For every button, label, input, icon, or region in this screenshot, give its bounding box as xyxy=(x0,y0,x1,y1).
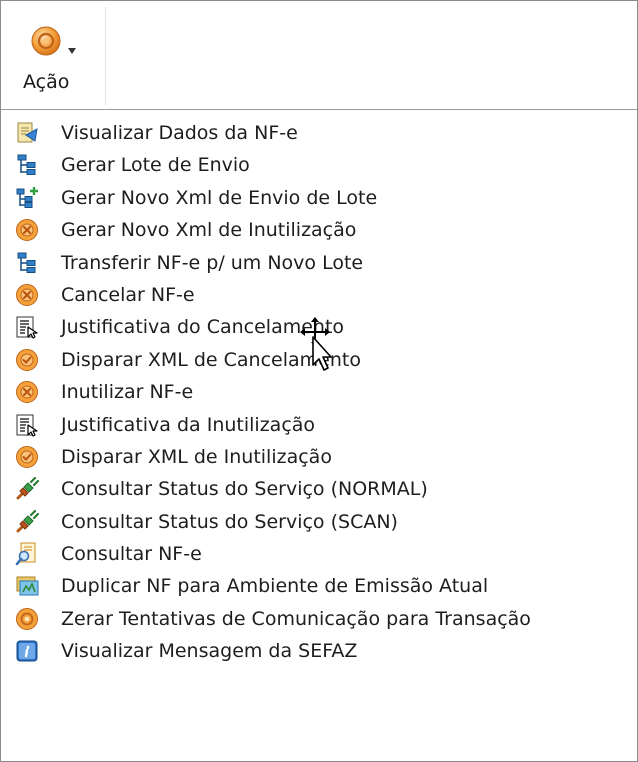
menu-item[interactable]: Cancelar NF-e xyxy=(1,279,637,311)
menu-item[interactable]: Consultar Status do Serviço (SCAN) xyxy=(1,506,637,538)
tree-icon xyxy=(15,153,39,177)
search-document-icon xyxy=(15,542,39,566)
menu-item-label: Consultar NF-e xyxy=(61,543,202,566)
info-icon xyxy=(15,639,39,663)
orange-check-icon xyxy=(15,348,39,372)
menu-item[interactable]: Visualizar Dados da NF-e xyxy=(1,117,637,149)
menu-item-label: Gerar Lote de Envio xyxy=(61,154,250,177)
menu-item-label: Transferir NF-e p/ um Novo Lote xyxy=(61,251,364,274)
view-document-icon xyxy=(15,121,39,145)
toolbar: Ação xyxy=(1,1,637,105)
menu-item-label: Duplicar NF para Ambiente de Emissão Atu… xyxy=(61,575,489,598)
orange-cancel-icon xyxy=(15,218,39,242)
plug-icon xyxy=(15,477,39,501)
action-label: Ação xyxy=(23,71,70,93)
duplicate-icon xyxy=(15,574,39,598)
menu-item-label: Justificativa da Inutilização xyxy=(61,413,316,436)
menu-item-label: Gerar Novo Xml de Envio de Lote xyxy=(61,186,378,209)
menu-item-label: Consultar Status do Serviço (NORMAL) xyxy=(61,478,428,501)
menu-item[interactable]: Justificativa da Inutilização xyxy=(1,409,637,441)
orange-cancel-icon xyxy=(15,380,39,404)
action-menu-list: Visualizar Dados da NF-e Gerar Lote de En… xyxy=(1,117,637,668)
justification-icon xyxy=(15,315,39,339)
menu-item[interactable]: Gerar Novo Xml de Envio de Lote xyxy=(1,182,637,214)
menu-item[interactable]: Disparar XML de Inutilização xyxy=(1,441,637,473)
menu-item[interactable]: Gerar Novo Xml de Inutilização xyxy=(1,214,637,246)
menu-item[interactable]: Transferir NF-e p/ um Novo Lote xyxy=(1,247,637,279)
menu-item-label: Visualizar Mensagem da SEFAZ xyxy=(61,640,358,663)
plug-icon xyxy=(15,509,39,534)
action-menu-window: Ação Visualizar Dados da NF-e Gerar Lote … xyxy=(0,0,638,762)
move-cursor-icon xyxy=(297,317,337,373)
tree-icon xyxy=(15,251,39,275)
orange-circle-icon xyxy=(30,25,62,57)
orange-circle-icon xyxy=(15,607,39,631)
menu-item-label: Inutilizar NF-e xyxy=(61,381,194,404)
menu-item[interactable]: Inutilizar NF-e xyxy=(1,376,637,408)
menu-item-label: Disparar XML de Inutilização xyxy=(61,445,332,468)
menu-item[interactable]: Gerar Lote de Envio xyxy=(1,149,637,181)
menu-item[interactable]: Visualizar Mensagem da SEFAZ xyxy=(1,635,637,667)
menu-item[interactable]: Consultar Status do Serviço (NORMAL) xyxy=(1,473,637,505)
justification-icon xyxy=(15,413,39,437)
menu-item-label: Zerar Tentativas de Comunicação para Tra… xyxy=(61,607,531,630)
orange-cancel-icon xyxy=(15,283,39,307)
divider xyxy=(1,109,637,110)
chevron-down-icon xyxy=(68,39,76,54)
menu-item[interactable]: Duplicar NF para Ambiente de Emissão Atu… xyxy=(1,570,637,602)
menu-item[interactable]: Zerar Tentativas de Comunicação para Tra… xyxy=(1,603,637,635)
orange-check-icon xyxy=(15,445,39,469)
menu-item[interactable]: Consultar NF-e xyxy=(1,538,637,570)
menu-item-label: Cancelar NF-e xyxy=(61,283,195,306)
tree-add-icon xyxy=(15,186,39,210)
menu-item-label: Consultar Status do Serviço (SCAN) xyxy=(61,510,398,533)
action-dropdown-button[interactable]: Ação xyxy=(8,7,106,105)
menu-item-label: Visualizar Dados da NF-e xyxy=(61,122,298,144)
menu-item-label: Gerar Novo Xml de Inutilização xyxy=(61,219,357,242)
